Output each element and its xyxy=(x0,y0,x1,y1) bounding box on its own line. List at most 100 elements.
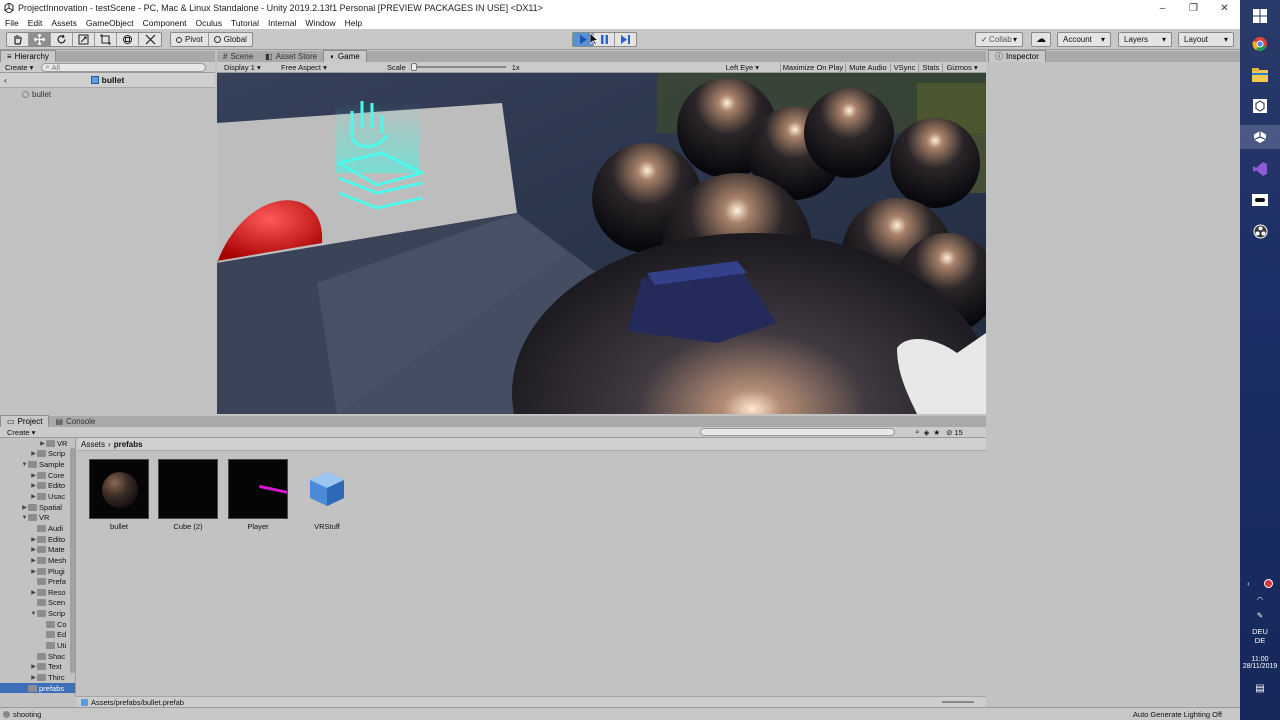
game-viewport[interactable] xyxy=(217,73,986,414)
folder-expand-arrow[interactable]: ▶ xyxy=(30,568,37,575)
display-dropdown[interactable]: Display 1 ▾ xyxy=(224,63,276,72)
global-toggle[interactable]: Global xyxy=(209,33,252,46)
folder-tree-item[interactable]: ▶ Thirc xyxy=(0,672,75,683)
account-dropdown[interactable]: Account ▾ xyxy=(1057,32,1111,47)
folder-expand-arrow[interactable]: ▶ xyxy=(39,440,46,447)
notification-icon[interactable]: ▤ xyxy=(1240,677,1280,699)
folder-expand-arrow[interactable]: ▼ xyxy=(21,462,28,468)
folder-expand-arrow[interactable]: ▶ xyxy=(30,482,37,489)
unity-editor-icon[interactable] xyxy=(1240,125,1280,149)
star-icon[interactable]: ★ xyxy=(933,428,940,437)
menu-gameobject[interactable]: GameObject xyxy=(86,18,134,28)
label-icon[interactable]: ◈ xyxy=(924,428,930,437)
back-arrow-icon[interactable]: ‹ xyxy=(4,75,7,85)
folder-expand-arrow[interactable]: ▶ xyxy=(30,450,37,457)
obs-tray-icon[interactable] xyxy=(1263,578,1273,588)
folder-tree-item[interactable]: Scen xyxy=(0,598,75,609)
hierarchy-item[interactable]: bullet xyxy=(0,88,215,100)
pivot-toggle[interactable]: Pivot xyxy=(171,33,209,46)
folder-tree-item[interactable]: ▶ Plugi xyxy=(0,566,75,577)
breadcrumb-root[interactable]: Assets xyxy=(81,440,105,449)
tab-inspector[interactable]: ⓘ Inspector xyxy=(988,50,1046,62)
asset-tile[interactable]: Cube (2) xyxy=(158,459,218,531)
status-message[interactable]: shooting xyxy=(13,710,41,719)
breadcrumb-current[interactable]: prefabs xyxy=(114,440,143,449)
folder-expand-arrow[interactable]: ▶ xyxy=(30,663,37,670)
folder-tree-item[interactable]: ▶ Text xyxy=(0,661,75,672)
layers-dropdown[interactable]: Layers ▾ xyxy=(1118,32,1172,47)
mute-audio-toggle[interactable]: Mute Audio xyxy=(845,62,890,72)
maximize-button[interactable]: ❐ xyxy=(1178,0,1209,16)
folder-expand-arrow[interactable]: ▶ xyxy=(30,557,37,564)
cloud-button[interactable]: ☁ xyxy=(1031,32,1051,47)
gizmos-dropdown[interactable]: Gizmos ▾ xyxy=(942,62,980,72)
folder-expand-arrow[interactable]: ▶ xyxy=(21,504,28,511)
folder-tree-item[interactable]: ▼ Scrip xyxy=(0,608,75,619)
language-indicator[interactable]: DEU DE xyxy=(1240,623,1280,649)
hand-tool-icon[interactable] xyxy=(7,33,29,46)
folder-expand-arrow[interactable]: ▶ xyxy=(30,536,37,543)
tab-console[interactable]: ▤ Console xyxy=(49,415,101,427)
tab-project[interactable]: ▭ Project xyxy=(0,415,50,427)
folder-tree-item[interactable]: ▶ Usac xyxy=(0,491,75,502)
asset-tile[interactable]: Player xyxy=(228,459,288,531)
tab-scene[interactable]: # Scene xyxy=(217,50,259,62)
rect-tool-icon[interactable] xyxy=(95,33,117,46)
wifi-icon[interactable]: ◠ xyxy=(1240,591,1280,607)
menu-help[interactable]: Help xyxy=(345,18,362,28)
folder-expand-arrow[interactable]: ▶ xyxy=(30,674,37,681)
menu-component[interactable]: Component xyxy=(143,18,187,28)
folder-tree-item[interactable]: ▼ VR xyxy=(0,512,75,523)
oculus-icon[interactable] xyxy=(1248,188,1272,212)
step-button[interactable] xyxy=(615,33,636,46)
menu-assets[interactable]: Assets xyxy=(51,18,77,28)
thumbnail-size-slider[interactable] xyxy=(942,701,974,703)
minimize-button[interactable]: – xyxy=(1147,0,1178,16)
pen-icon[interactable]: ✎ xyxy=(1240,607,1280,623)
folder-tree-item[interactable]: prefabs xyxy=(0,682,75,694)
move-tool-icon[interactable] xyxy=(29,33,51,46)
scale-tool-icon[interactable] xyxy=(73,33,95,46)
folder-tree-item[interactable]: Co xyxy=(0,619,75,630)
eye-count-badge[interactable]: ⊘ 15 xyxy=(946,428,963,437)
menu-oculus[interactable]: Oculus xyxy=(196,18,222,28)
custom-tool-icon[interactable] xyxy=(139,33,161,46)
folder-expand-arrow[interactable]: ▼ xyxy=(30,611,37,617)
folder-expand-arrow[interactable]: ▼ xyxy=(21,515,28,521)
folder-tree-item[interactable]: Uti xyxy=(0,640,75,651)
chrome-icon[interactable] xyxy=(1248,32,1272,56)
maximize-on-play-toggle[interactable]: Maximize On Play xyxy=(779,62,845,72)
folder-expand-arrow[interactable]: ▶ xyxy=(30,472,37,479)
asset-tile[interactable]: bullet xyxy=(89,459,149,531)
folder-expand-arrow[interactable]: ▶ xyxy=(30,589,37,596)
scale-slider-handle[interactable] xyxy=(410,63,417,71)
folder-tree-item[interactable]: Ed xyxy=(0,630,75,641)
menu-internal[interactable]: Internal xyxy=(268,18,296,28)
eye-dropdown[interactable]: Left Eye ▾ xyxy=(726,63,778,72)
folder-tree-item[interactable]: Shac xyxy=(0,651,75,662)
windows-start-icon[interactable] xyxy=(1248,4,1272,28)
folder-tree-item[interactable]: ▶ Core xyxy=(0,470,75,481)
folder-expand-arrow[interactable]: ▶ xyxy=(30,493,37,500)
filter-icon[interactable]: ⌕ xyxy=(915,427,919,437)
asset-tile[interactable]: VRStuff xyxy=(297,459,357,531)
hierarchy-search-input[interactable]: ⌕ All xyxy=(41,62,207,72)
folder-tree-item[interactable]: ▶ Edito xyxy=(0,481,75,492)
project-create-button[interactable]: Create ▾ xyxy=(7,428,35,437)
folder-tree-item[interactable]: ▼ Sample xyxy=(0,459,75,470)
vsync-toggle[interactable]: VSync xyxy=(889,62,919,72)
folder-tree-item[interactable]: ▶ Spatial xyxy=(0,502,75,513)
menu-file[interactable]: File xyxy=(5,18,19,28)
menu-edit[interactable]: Edit xyxy=(28,18,43,28)
tab-hierarchy[interactable]: ≡ Hierarchy xyxy=(0,50,56,62)
folder-tree-item[interactable]: ▶ VR xyxy=(0,438,75,449)
rotate-tool-icon[interactable] xyxy=(51,33,73,46)
folder-tree-item[interactable]: ▶ Scrip xyxy=(0,449,75,460)
menu-window[interactable]: Window xyxy=(305,18,335,28)
folder-tree-item[interactable]: ▶ Reso xyxy=(0,587,75,598)
file-explorer-icon[interactable] xyxy=(1248,63,1272,87)
tab-game[interactable]: ◐ Game xyxy=(323,50,367,62)
collab-dropdown[interactable]: ✓ Collab ▾ xyxy=(975,32,1023,47)
clock[interactable]: 11:00 28/11/2019 xyxy=(1240,649,1280,677)
tree-scrollbar[interactable] xyxy=(70,448,75,673)
